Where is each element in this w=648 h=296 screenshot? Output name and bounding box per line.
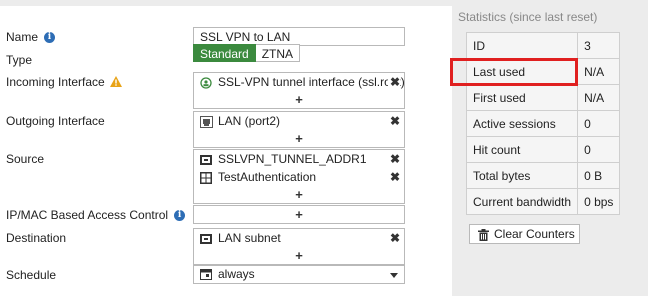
incoming-interface-label: Incoming Interface xyxy=(6,75,122,90)
ip-mac-access-control-field: + xyxy=(193,205,405,224)
name-label: Name i xyxy=(6,30,56,44)
statistics-value: N/A xyxy=(577,84,621,111)
calendar-icon xyxy=(200,268,212,283)
source-label: Source xyxy=(6,152,45,166)
type-ztna-option[interactable]: ZTNA xyxy=(255,44,301,62)
add-source-button[interactable]: + xyxy=(194,186,404,203)
statistics-value: 0 B xyxy=(577,162,621,189)
statistics-row: ID 3 xyxy=(465,32,621,59)
last-used-highlight-box xyxy=(450,58,578,86)
statistics-value: N/A xyxy=(577,58,621,85)
statistics-row: Total bytes 0 B xyxy=(465,162,621,189)
warning-icon[interactable] xyxy=(109,75,122,90)
type-standard-option[interactable]: Standard xyxy=(193,44,256,62)
statistics-key: Current bandwidth xyxy=(465,188,579,215)
remove-entry-icon[interactable]: ✖ xyxy=(387,73,400,91)
clear-counters-button[interactable]: Clear Counters xyxy=(469,224,580,244)
statistics-key: Active sessions xyxy=(465,110,579,137)
destination-field: LAN subnet ✖ + xyxy=(193,228,405,265)
statistics-title: Statistics (since last reset) xyxy=(458,10,598,24)
schedule-label: Schedule xyxy=(6,268,57,282)
add-ip-mac-button[interactable]: + xyxy=(194,206,404,223)
incoming-interface-field: SSL-VPN tunnel interface (ssl.root) ✖ + xyxy=(193,72,405,109)
outgoing-interface-entry[interactable]: LAN (port2) ✖ xyxy=(194,112,404,130)
statistics-row: First used N/A xyxy=(465,84,621,111)
statistics-value: 0 xyxy=(577,136,621,163)
statistics-value: 0 bps xyxy=(577,188,621,215)
destination-entry[interactable]: LAN subnet ✖ xyxy=(194,229,404,247)
ip-mac-access-control-label: IP/MAC Based Access Control i xyxy=(6,208,186,222)
remove-entry-icon[interactable]: ✖ xyxy=(387,168,400,186)
statistics-key: Total bytes xyxy=(465,162,579,189)
statistics-key: ID xyxy=(465,32,579,59)
info-icon[interactable]: i xyxy=(44,32,56,44)
statistics-row: Hit count 0 xyxy=(465,136,621,163)
remove-entry-icon[interactable]: ✖ xyxy=(387,229,400,247)
address-object-icon xyxy=(200,232,212,247)
statistics-key: Hit count xyxy=(465,136,579,163)
network-port-icon xyxy=(200,115,213,130)
source-entry[interactable]: SSLVPN_TUNNEL_ADDR1 ✖ xyxy=(194,150,404,168)
remove-entry-icon[interactable]: ✖ xyxy=(387,150,400,168)
schedule-value: always xyxy=(194,266,404,283)
add-incoming-button[interactable]: + xyxy=(194,91,404,108)
statistics-row: Current bandwidth 0 bps xyxy=(465,188,621,215)
chevron-down-icon xyxy=(390,273,398,278)
ssl-vpn-interface-icon xyxy=(200,76,212,91)
address-object-icon xyxy=(200,153,212,168)
statistics-value: 3 xyxy=(577,32,621,59)
type-toggle: Standard ZTNA xyxy=(193,44,301,62)
incoming-interface-entry[interactable]: SSL-VPN tunnel interface (ssl.root) ✖ xyxy=(194,73,404,91)
outgoing-interface-field: LAN (port2) ✖ + xyxy=(193,111,405,148)
info-icon[interactable]: i xyxy=(174,210,186,222)
add-destination-button[interactable]: + xyxy=(194,247,404,264)
statistics-value: 0 xyxy=(577,110,621,137)
user-group-icon xyxy=(200,171,212,186)
statistics-key: First used xyxy=(465,84,579,111)
source-field: SSLVPN_TUNNEL_ADDR1 ✖ TestAuthentication… xyxy=(193,149,405,204)
destination-label: Destination xyxy=(6,231,67,245)
source-entry[interactable]: TestAuthentication ✖ xyxy=(194,168,404,186)
outgoing-interface-label: Outgoing Interface xyxy=(6,114,105,128)
type-label: Type xyxy=(6,53,33,67)
trash-icon xyxy=(478,228,489,246)
remove-entry-icon[interactable]: ✖ xyxy=(387,112,400,130)
add-outgoing-button[interactable]: + xyxy=(194,130,404,147)
schedule-select[interactable]: always xyxy=(193,265,405,284)
statistics-row: Active sessions 0 xyxy=(465,110,621,137)
